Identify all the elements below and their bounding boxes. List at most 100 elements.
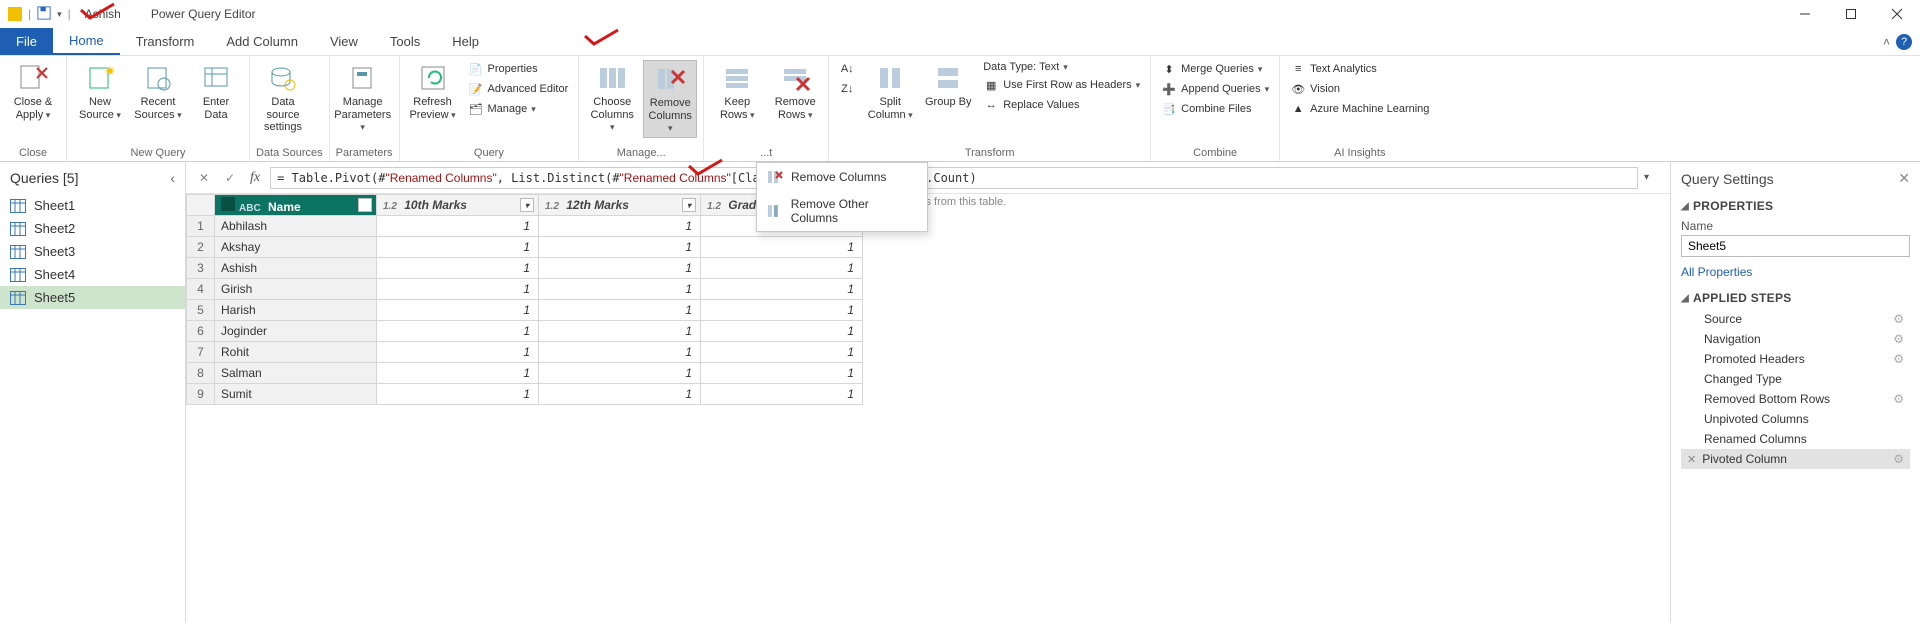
keep-rows-button[interactable]: Keep Rows [710,60,764,123]
menu-home[interactable]: Home [53,28,120,55]
close-apply-button[interactable]: Close & Apply [6,60,60,123]
data-type-button[interactable]: Data Type: Text [979,60,1144,74]
table-row[interactable]: 9Sumit111 [187,384,863,405]
cell[interactable]: Akshay [215,237,377,258]
cell[interactable]: 1 [539,279,701,300]
column-header[interactable]: ABC Name▾ [215,195,377,216]
applied-step[interactable]: Unpivoted Columns [1681,409,1910,429]
save-dropdown-icon[interactable]: ▾ [57,9,62,20]
query-item[interactable]: Sheet1 [0,194,185,217]
formula-cancel-icon[interactable]: ✕ [194,168,214,188]
sort-asc-button[interactable]: A↓ [835,60,859,78]
formula-input[interactable]: = Table.Pivot(#"Renamed Columns", List.D… [270,167,1638,189]
cell[interactable]: Girish [215,279,377,300]
applied-step[interactable]: Renamed Columns [1681,429,1910,449]
dropdown-remove-columns[interactable]: Remove Columns [757,163,927,191]
menu-file[interactable]: File [0,28,53,55]
delete-step-icon[interactable]: ✕ [1687,453,1696,466]
menu-tools[interactable]: Tools [374,28,436,55]
query-item[interactable]: Sheet4 [0,263,185,286]
cell[interactable]: 1 [377,237,539,258]
grid-corner[interactable] [187,195,215,216]
data-grid[interactable]: ABC Name▾1.2 10th Marks▾1.2 12th Marks▾1… [186,194,1670,405]
cell[interactable]: 1 [539,237,701,258]
applied-step[interactable]: Source⚙ [1681,309,1910,329]
group-by-button[interactable]: Group By [921,60,975,111]
applied-step[interactable]: Navigation⚙ [1681,329,1910,349]
properties-button[interactable]: 📄Properties [464,60,573,78]
vision-button[interactable]: 👁Vision [1286,80,1433,98]
azure-ml-button[interactable]: ▲Azure Machine Learning [1286,100,1433,118]
cell[interactable]: 1 [377,363,539,384]
cell[interactable]: 1 [377,384,539,405]
cell[interactable]: Rohit [215,342,377,363]
merge-queries-button[interactable]: ⬍Merge Queries [1157,60,1273,78]
table-row[interactable]: 8Salman111 [187,363,863,384]
column-filter-icon[interactable]: ▾ [520,198,534,212]
manage-parameters-button[interactable]: Manage Parameters [336,60,390,136]
cell[interactable]: 1 [377,321,539,342]
close-button[interactable] [1874,0,1920,28]
save-icon[interactable] [37,6,51,23]
cell[interactable]: 1 [539,363,701,384]
combine-files-button[interactable]: 📑Combine Files [1157,100,1273,118]
gear-icon[interactable]: ⚙ [1893,332,1904,346]
sort-desc-button[interactable]: Z↓ [835,80,859,98]
dropdown-remove-other-columns[interactable]: Remove Other Columns [757,191,927,231]
column-filter-icon[interactable]: ▾ [358,198,372,212]
cell[interactable]: 1 [377,216,539,237]
cell[interactable]: 1 [539,258,701,279]
help-icon[interactable]: ? [1896,34,1912,50]
formula-expand-icon[interactable]: ▾ [1644,172,1662,183]
cell[interactable]: 1 [701,321,863,342]
maximize-button[interactable] [1828,0,1874,28]
query-item[interactable]: Sheet5 [0,286,185,309]
cell[interactable]: 1 [539,342,701,363]
minimize-button[interactable] [1782,0,1828,28]
menu-add-column[interactable]: Add Column [210,28,314,55]
cell[interactable]: 1 [701,300,863,321]
table-row[interactable]: 3Ashish111 [187,258,863,279]
fx-icon[interactable]: fx [246,170,264,186]
query-name-input[interactable] [1681,235,1910,257]
all-properties-link[interactable]: All Properties [1681,265,1752,279]
append-queries-button[interactable]: ➕Append Queries [1157,80,1273,98]
cell[interactable]: 1 [701,258,863,279]
column-filter-icon[interactable]: ▾ [682,198,696,212]
cell[interactable]: Salman [215,363,377,384]
remove-columns-button[interactable]: Remove Columns [643,60,697,138]
table-row[interactable]: 5Harish111 [187,300,863,321]
query-item[interactable]: Sheet2 [0,217,185,240]
data-source-settings-button[interactable]: Data source settings [256,60,310,136]
table-row[interactable]: 7Rohit111 [187,342,863,363]
refresh-preview-button[interactable]: Refresh Preview [406,60,460,123]
split-column-button[interactable]: Split Column [863,60,917,123]
manage-button[interactable]: 🗂Manage [464,100,573,118]
cell[interactable]: 1 [539,216,701,237]
cell[interactable]: 1 [701,279,863,300]
cell[interactable]: 1 [377,279,539,300]
close-settings-icon[interactable]: ✕ [1898,170,1910,187]
gear-icon[interactable]: ⚙ [1893,452,1904,466]
collapse-queries-icon[interactable]: ‹ [170,170,175,186]
formula-accept-icon[interactable]: ✓ [220,168,240,188]
advanced-editor-button[interactable]: 📝Advanced Editor [464,80,573,98]
applied-step[interactable]: ✕Pivoted Column⚙ [1681,449,1910,469]
column-header[interactable]: 1.2 12th Marks▾ [539,195,701,216]
query-item[interactable]: Sheet3 [0,240,185,263]
cell[interactable]: 1 [701,237,863,258]
cell[interactable]: Abhilash [215,216,377,237]
recent-sources-button[interactable]: Recent Sources [131,60,185,123]
first-row-headers-button[interactable]: ▦Use First Row as Headers [979,76,1144,94]
cell[interactable]: Ashish [215,258,377,279]
cell[interactable]: Joginder [215,321,377,342]
gear-icon[interactable]: ⚙ [1893,392,1904,406]
menu-help[interactable]: Help [436,28,495,55]
text-analytics-button[interactable]: ≡Text Analytics [1286,60,1433,78]
cell[interactable]: 1 [377,258,539,279]
table-row[interactable]: 6Joginder111 [187,321,863,342]
enter-data-button[interactable]: Enter Data [189,60,243,123]
applied-step[interactable]: Promoted Headers⚙ [1681,349,1910,369]
choose-columns-button[interactable]: Choose Columns [585,60,639,136]
column-header[interactable]: 1.2 10th Marks▾ [377,195,539,216]
